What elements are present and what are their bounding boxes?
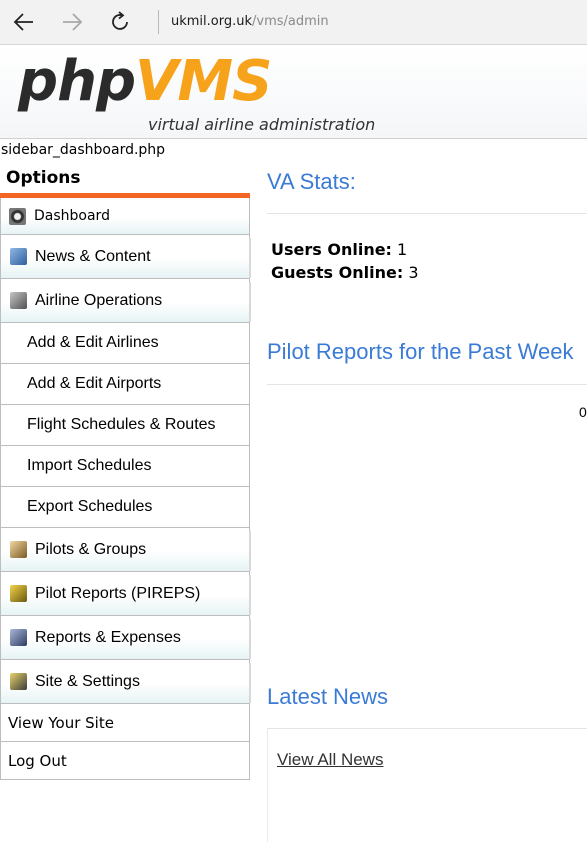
pilots-icon <box>10 541 27 558</box>
users-online-stat: Users Online: 1 <box>271 240 407 259</box>
phpvms-logo: phpVMS virtual airline administration <box>18 54 375 135</box>
sidebar-item-news-content[interactable]: News & Content <box>0 235 251 279</box>
sidebar-item-label: Airline Operations <box>35 291 163 309</box>
url-path: /vms/admin <box>252 14 329 29</box>
sidebar-item-pilot-reports[interactable]: Pilot Reports (PIREPS) <box>0 572 251 616</box>
sidebar-item-view-site[interactable]: View Your Site <box>0 704 250 742</box>
sidebar-item-log-out[interactable]: Log Out <box>0 742 250 780</box>
sidebar-item-add-edit-airports[interactable]: Add & Edit Airports <box>0 364 250 405</box>
reports-icon <box>10 629 27 646</box>
sidebar-item-label: Pilot Reports (PIREPS) <box>35 584 201 602</box>
sidebar-item-label: News & Content <box>35 247 151 265</box>
sidebar-item-label: Reports & Expenses <box>35 628 181 646</box>
sidebar-item-label: Import Schedules <box>27 457 152 474</box>
sidebar-item-label: Site & Settings <box>35 672 140 690</box>
news-icon <box>10 248 27 265</box>
url-domain: ukmil.org.uk <box>171 14 253 29</box>
logo-vms: VMS <box>135 49 272 114</box>
sidebar-item-dashboard[interactable]: Dashboard <box>0 198 250 235</box>
sidebar-item-flight-schedules[interactable]: Flight Schedules & Routes <box>0 405 250 446</box>
guests-online-value: 3 <box>408 263 419 282</box>
sidebar-item-label: Log Out <box>8 751 67 770</box>
sidebar-item-label: Dashboard <box>34 208 110 224</box>
sidebar-item-import-schedules[interactable]: Import Schedules <box>0 446 250 487</box>
sidebar: sidebar_dashboard.php Options Dashboard … <box>0 139 251 780</box>
divider <box>267 384 587 385</box>
sidebar-item-label: Export Schedules <box>27 498 153 515</box>
options-heading: Options <box>6 168 81 188</box>
sidebar-item-label: Pilots & Groups <box>35 540 147 558</box>
guests-online-label: Guests Online: <box>271 263 404 282</box>
sidebar-item-label: Flight Schedules & Routes <box>27 416 216 433</box>
sidebar-item-reports-expenses[interactable]: Reports & Expenses <box>0 616 251 660</box>
sidebar-item-label: View Your Site <box>8 713 114 732</box>
address-separator <box>158 10 159 34</box>
sidebar-file-label: sidebar_dashboard.php <box>1 142 166 158</box>
sidebar-menu: Dashboard News & Content Airline Operati… <box>0 198 251 780</box>
pilot-reports-title: Pilot Reports for the Past Week <box>267 339 574 364</box>
forward-arrow-icon[interactable] <box>58 8 86 36</box>
va-stats-title: VA Stats: <box>267 169 356 194</box>
logo-tagline: virtual airline administration <box>148 115 376 134</box>
browser-toolbar: ukmil.org.uk/vms/admin <box>0 0 587 45</box>
back-arrow-icon[interactable] <box>10 8 38 36</box>
divider <box>267 728 587 729</box>
main-content: VA Stats: Users Online: 1 Guests Online:… <box>251 139 587 842</box>
site-header: phpVMS virtual airline administration <box>0 45 587 139</box>
reload-icon[interactable] <box>106 8 134 36</box>
sidebar-item-add-edit-airlines[interactable]: Add & Edit Airlines <box>0 323 250 364</box>
settings-icon <box>10 673 27 690</box>
logo-php: php <box>18 49 136 114</box>
latest-news-title: Latest News <box>267 684 389 709</box>
view-all-news-link[interactable]: View All News <box>277 750 383 770</box>
sidebar-item-airline-operations[interactable]: Airline Operations <box>0 279 251 323</box>
address-bar[interactable]: ukmil.org.uk/vms/admin <box>171 14 329 29</box>
news-box-border <box>267 728 268 842</box>
dashboard-icon <box>9 207 26 225</box>
sidebar-item-label: Add & Edit Airports <box>27 375 162 392</box>
users-online-value: 1 <box>397 240 408 259</box>
pireps-icon <box>10 585 27 602</box>
divider <box>267 213 587 214</box>
airline-icon <box>10 292 27 309</box>
sidebar-item-label: Add & Edit Airlines <box>27 334 159 351</box>
sidebar-item-site-settings[interactable]: Site & Settings <box>0 660 251 704</box>
sidebar-item-export-schedules[interactable]: Export Schedules <box>0 487 250 528</box>
users-online-label: Users Online: <box>271 240 392 259</box>
chart-value-label: 0 <box>579 404 587 420</box>
guests-online-stat: Guests Online: 3 <box>271 263 419 282</box>
sidebar-item-pilots-groups[interactable]: Pilots & Groups <box>0 528 251 572</box>
